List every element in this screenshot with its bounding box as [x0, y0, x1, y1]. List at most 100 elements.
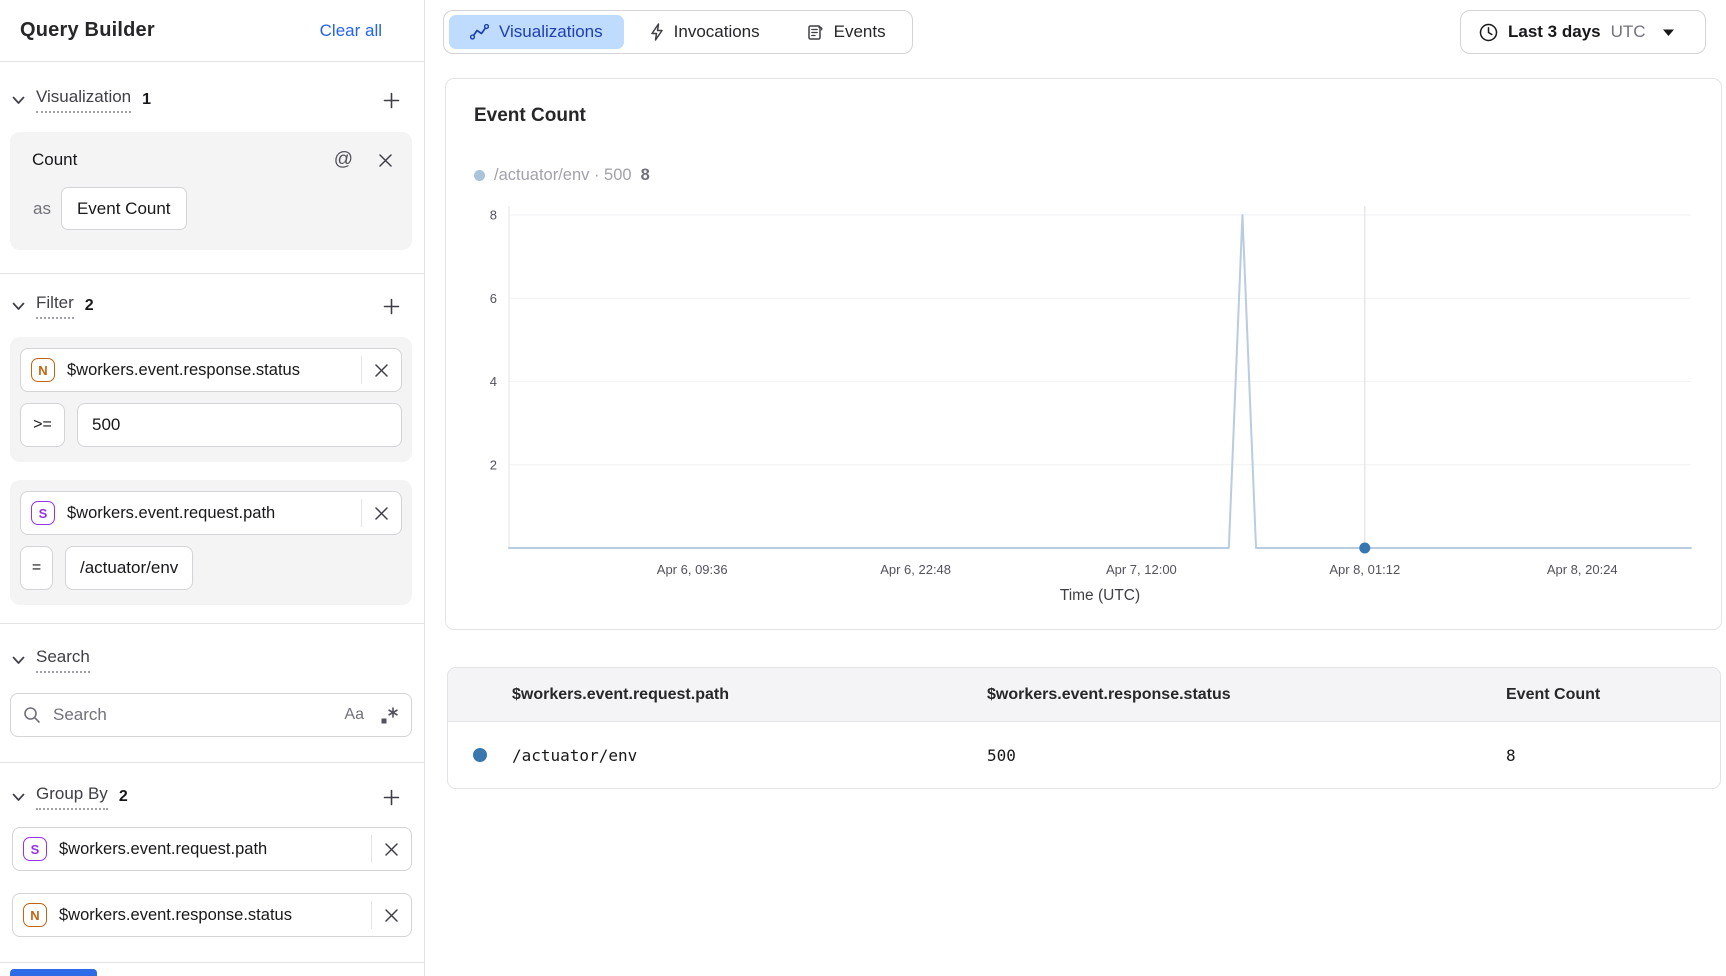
filter-card: N $workers.event.response.status >= 500 [10, 337, 412, 462]
as-label: as [33, 199, 51, 219]
clear-all-button[interactable]: Clear all [320, 21, 382, 41]
group-by-field-name: $workers.event.request.path [59, 840, 371, 859]
time-range-label: Last 3 days [1508, 22, 1601, 42]
visualization-card: Count @ as Event Count [10, 132, 412, 250]
filter-card: S $workers.event.request.path = /actuato… [10, 480, 412, 605]
search-section-header: Search [12, 644, 402, 676]
filter-field-name: $workers.event.request.path [67, 504, 361, 523]
tab-label: Events [834, 22, 886, 42]
remove-group-by-button[interactable] [381, 839, 402, 860]
group-by-field-name: $workers.event.response.status [59, 906, 371, 925]
visualization-function-label[interactable]: Count [32, 150, 77, 170]
add-visualization-button[interactable] [381, 90, 402, 111]
tab-visualizations[interactable]: Visualizations [449, 15, 624, 49]
sidebar-header: Query Builder Clear all [0, 0, 424, 62]
table-row[interactable]: /actuator/env 500 8 [448, 722, 1720, 788]
time-range-timezone: UTC [1611, 22, 1646, 42]
group-by-section-label[interactable]: Group By [36, 784, 108, 810]
lightning-icon [650, 23, 664, 41]
add-group-by-button[interactable] [381, 787, 402, 808]
visualization-alias-input[interactable]: Event Count [61, 187, 187, 230]
remove-filter-button[interactable] [371, 360, 392, 381]
column-header-path: $workers.event.request.path [448, 686, 923, 704]
chevron-down-icon[interactable] [12, 656, 25, 665]
search-box: Aa [10, 693, 412, 737]
svg-text:8: 8 [490, 208, 497, 223]
filter-operator-select[interactable]: >= [20, 403, 65, 447]
filter-operator-select[interactable]: = [20, 546, 53, 590]
tab-invocations[interactable]: Invocations [629, 15, 781, 49]
svg-text:2: 2 [490, 457, 497, 472]
string-type-badge: S [31, 501, 55, 525]
at-icon[interactable]: @ [334, 149, 353, 171]
svg-text:Apr 7, 12:00: Apr 7, 12:00 [1106, 562, 1177, 577]
case-sensitive-toggle[interactable]: Aa [344, 706, 364, 724]
numeric-type-badge: N [23, 903, 47, 927]
group-by-field-selector[interactable]: S $workers.event.request.path [12, 827, 412, 871]
regex-toggle-icon[interactable] [380, 706, 399, 725]
view-tabs: Visualizations Invocations Events [443, 10, 913, 54]
tab-label: Visualizations [499, 22, 603, 42]
line-chart-icon [470, 24, 489, 40]
add-filter-button[interactable] [381, 296, 402, 317]
remove-group-by-button[interactable] [381, 905, 402, 926]
group-by-field-selector[interactable]: N $workers.event.response.status [12, 893, 412, 937]
table-header-row: $workers.event.request.path $workers.eve… [448, 668, 1720, 722]
filter-field-selector[interactable]: S $workers.event.request.path [20, 491, 402, 535]
filter-count: 2 [85, 297, 94, 315]
divider [0, 962, 424, 963]
group-by-section-header: Group By 2 [12, 781, 402, 813]
event-count-chart-card: Event Count /actuator/env · 500 8 2468Ap… [445, 78, 1722, 630]
filter-section-label[interactable]: Filter [36, 293, 74, 319]
filter-value-input[interactable]: /actuator/env [65, 546, 193, 590]
svg-text:Time (UTC): Time (UTC) [1060, 587, 1140, 604]
tab-label: Invocations [674, 22, 760, 42]
numeric-type-badge: N [31, 358, 55, 382]
filter-field-name: $workers.event.response.status [67, 361, 361, 380]
svg-text:Apr 6, 22:48: Apr 6, 22:48 [880, 562, 951, 577]
column-header-event-count: Event Count [1442, 686, 1720, 704]
filter-field-selector[interactable]: N $workers.event.response.status [20, 348, 402, 392]
divider [361, 499, 362, 527]
svg-text:4: 4 [490, 374, 497, 389]
chevron-down-icon[interactable] [12, 96, 25, 105]
series-dot-icon [473, 748, 487, 762]
remove-filter-button[interactable] [371, 503, 392, 524]
chevron-down-icon[interactable] [12, 793, 25, 802]
clock-icon [1479, 23, 1498, 42]
svg-text:Apr 6, 09:36: Apr 6, 09:36 [657, 562, 728, 577]
search-input[interactable] [51, 704, 344, 726]
svg-text:Apr 8, 20:24: Apr 8, 20:24 [1547, 562, 1618, 577]
svg-text:6: 6 [490, 291, 497, 306]
remove-visualization-button[interactable] [375, 150, 396, 171]
filter-value-input[interactable]: 500 [77, 403, 402, 447]
filter-section-header: Filter 2 [12, 290, 402, 322]
cell-path: /actuator/env [448, 746, 923, 765]
cell-status: 500 [923, 746, 1442, 765]
search-section-label[interactable]: Search [36, 647, 90, 673]
divider [0, 273, 424, 274]
visualization-section-label[interactable]: Visualization [36, 87, 131, 113]
caret-down-icon [1662, 28, 1675, 37]
document-icon [807, 24, 824, 41]
visualization-section-header: Visualization 1 [12, 84, 402, 116]
cell-event-count: 8 [1442, 746, 1720, 765]
column-header-status: $workers.event.response.status [923, 686, 1442, 704]
divider [371, 835, 372, 863]
string-type-badge: S [23, 837, 47, 861]
query-builder-sidebar: Query Builder Clear all Visualization 1 … [0, 0, 425, 976]
divider [371, 901, 372, 929]
svg-text:Apr 8, 01:12: Apr 8, 01:12 [1329, 562, 1400, 577]
visualization-count: 1 [142, 91, 151, 109]
divider [0, 623, 424, 624]
search-icon [23, 706, 41, 724]
chevron-down-icon[interactable] [12, 302, 25, 311]
time-range-picker[interactable]: Last 3 days UTC [1460, 10, 1706, 54]
divider [0, 762, 424, 763]
tab-events[interactable]: Events [786, 15, 907, 49]
event-count-line-chart: 2 4 6 8 Apr 6, 09:36 Apr 6, 22:48 Apr 7, 12:00… [446, 79, 1723, 631]
page-title: Query Builder [20, 19, 155, 42]
run-query-button-peek[interactable] [10, 969, 97, 976]
results-table: $workers.event.request.path $workers.eve… [447, 667, 1721, 789]
divider [361, 356, 362, 384]
